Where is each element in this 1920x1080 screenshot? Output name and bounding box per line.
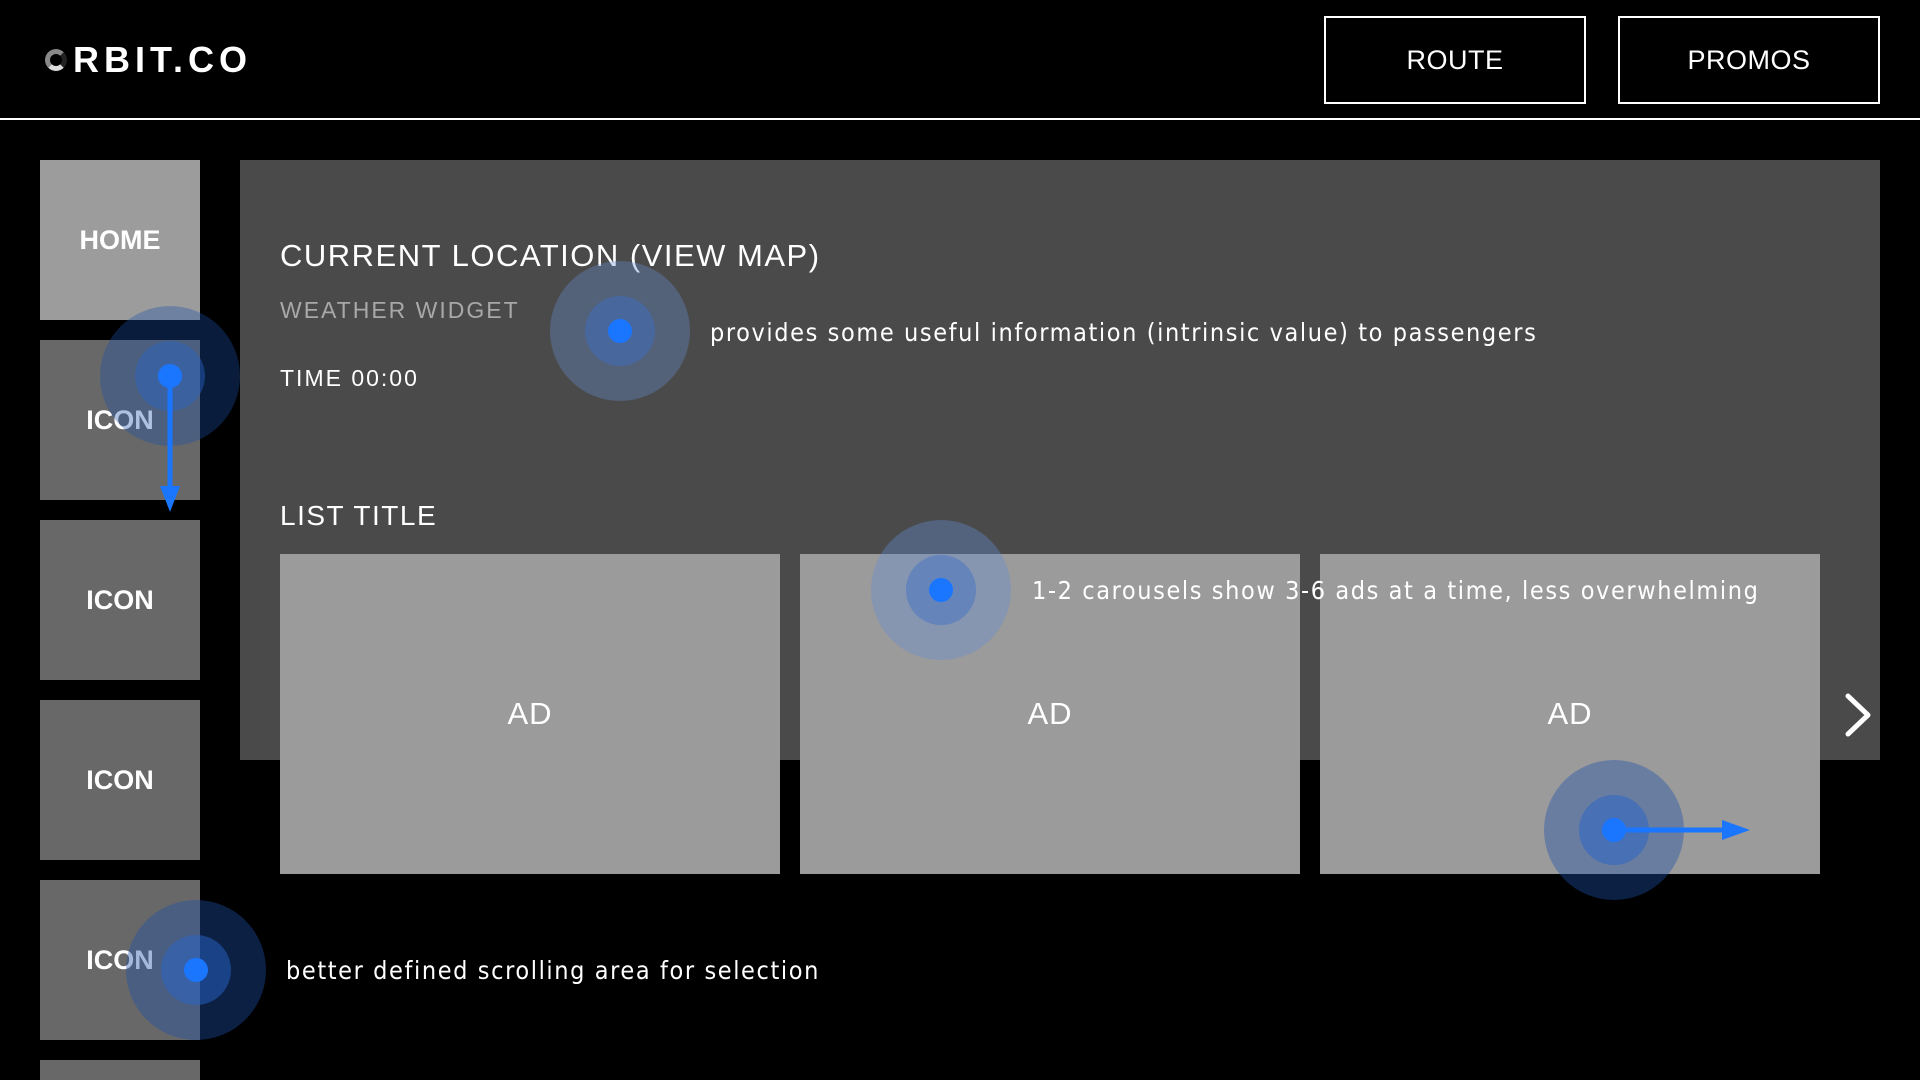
header-divider (0, 118, 1920, 120)
sidebar-item-icon-3[interactable]: ICON (40, 700, 200, 860)
ad-label: AD (507, 696, 553, 731)
logo: RBIT.CO (45, 36, 252, 84)
sidebar-item-icon-4[interactable]: ICON (40, 880, 200, 1040)
route-button[interactable]: ROUTE (1324, 16, 1586, 104)
sidebar-item-partial[interactable] (40, 1060, 200, 1080)
ad-label: AD (1547, 696, 1593, 731)
logo-text: RBIT.CO (73, 39, 252, 80)
sidebar-item-icon-2[interactable]: ICON (40, 520, 200, 680)
sidebar-item-label: ICON (86, 404, 154, 435)
time-display: TIME 00:00 (280, 365, 419, 391)
ad-tile[interactable]: AD (280, 554, 780, 874)
list-title: LIST TITLE (280, 500, 438, 531)
chevron-right-icon[interactable] (1836, 690, 1880, 740)
ad-label: AD (1027, 696, 1073, 731)
sidebar-item-label: ICON (86, 584, 154, 615)
sidebar-item-label: HOME (79, 224, 161, 255)
logo-ring-icon (45, 49, 67, 71)
sidebar-item-label: ICON (86, 944, 154, 975)
weather-widget: WEATHER WIDGET (280, 297, 520, 323)
current-location-link[interactable]: CURRENT LOCATION (VIEW MAP) (280, 238, 821, 274)
sidebar-item-home[interactable]: HOME (40, 160, 200, 320)
promos-button[interactable]: PROMOS (1618, 16, 1880, 104)
annotation-scroll: better defined scrolling area for select… (286, 956, 820, 985)
annotation-carousel: 1-2 carousels show 3-6 ads at a time, le… (1032, 576, 1760, 605)
annotation-weather: provides some useful information (intrin… (710, 318, 1538, 347)
sidebar-item-icon-1[interactable]: ICON (40, 340, 200, 500)
sidebar-item-label: ICON (86, 764, 154, 795)
